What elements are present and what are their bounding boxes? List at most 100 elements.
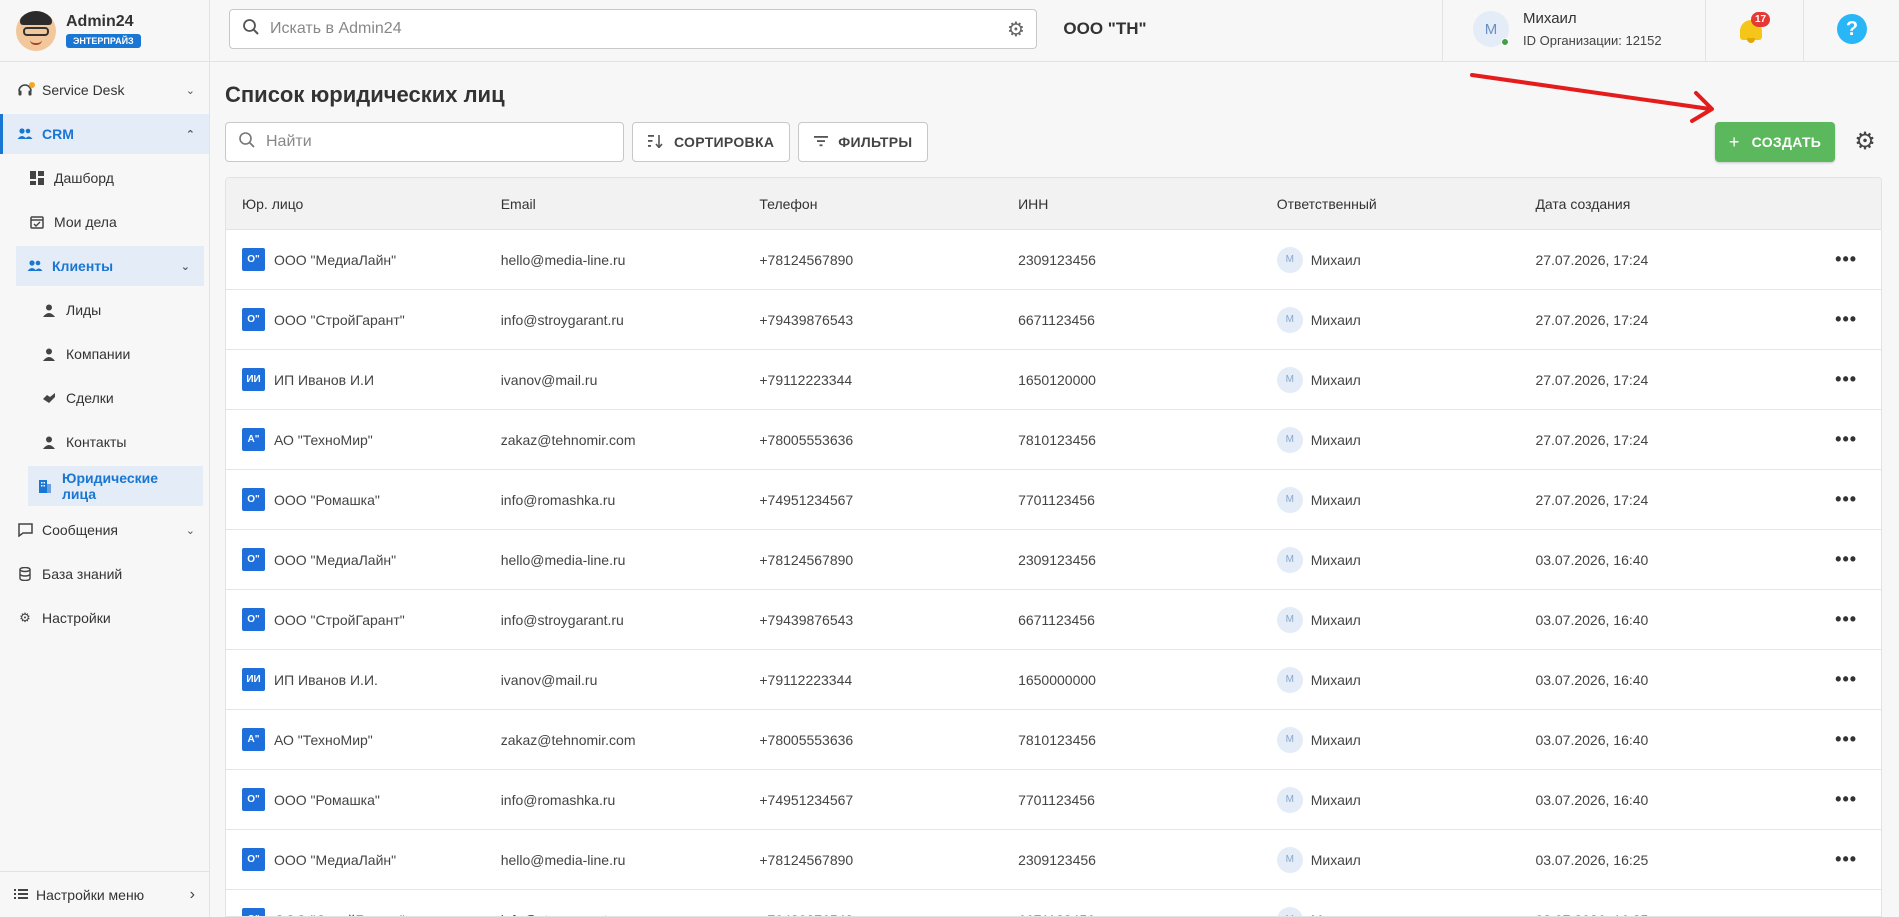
sidebar-item-service-desk[interactable]: Service Desk ⌄ — [0, 70, 209, 110]
entity-type-badge: О" — [242, 548, 265, 571]
entity-type-badge: О" — [242, 608, 265, 631]
sidebar-item-label: CRM — [42, 126, 74, 142]
email-cell: hello@media-line.ru — [500, 251, 626, 268]
sidebar-item-companies[interactable]: Компании — [0, 334, 209, 374]
global-search-input[interactable] — [270, 20, 996, 38]
sidebar-item-label: Настройки — [42, 610, 111, 626]
sidebar-item-settings[interactable]: ⚙ Настройки — [0, 598, 209, 638]
row-actions-more-icon[interactable]: ••• — [1778, 429, 1881, 450]
column-header-entity[interactable]: Юр. лицо — [226, 196, 485, 212]
table-row[interactable]: ИИ ИП Иванов И.И ivanov@mail.ru +7911222… — [226, 350, 1881, 410]
table-row[interactable]: О" ООО "СтройГарант" info@stroygarant.ru… — [226, 890, 1881, 917]
table-row[interactable]: А" АО "ТехноМир" zakaz@tehnomir.com +780… — [226, 710, 1881, 770]
entity-cell: А" АО "ТехноМир" — [226, 728, 485, 751]
entity-name[interactable]: ИП Иванов И.И. — [274, 672, 378, 688]
row-actions-more-icon[interactable]: ••• — [1778, 729, 1881, 750]
entity-name[interactable]: АО "ТехноМир" — [274, 432, 373, 448]
sidebar-item-contacts[interactable]: Контакты — [0, 422, 209, 462]
entity-cell: А" АО "ТехноМир" — [226, 428, 485, 451]
filter-label: ФИЛЬТРЫ — [838, 134, 913, 150]
filter-icon — [814, 134, 829, 150]
inn-cell: 6671123456 — [1018, 611, 1095, 628]
global-search: ⚙ — [229, 9, 1037, 49]
organization-title[interactable]: ООО "ТН" — [980, 0, 1230, 62]
table-row[interactable]: А" АО "ТехноМир" zakaz@tehnomir.com +780… — [226, 410, 1881, 470]
row-actions-more-icon[interactable]: ••• — [1778, 789, 1881, 810]
filter-button[interactable]: ФИЛЬТРЫ — [798, 122, 929, 162]
row-actions-more-icon[interactable]: ••• — [1778, 549, 1881, 570]
table-row[interactable]: О" ООО "МедиаЛайн" hello@media-line.ru +… — [226, 230, 1881, 290]
inn-cell: 7810123456 — [1018, 731, 1096, 748]
brand[interactable]: Admin24 ЭНТЕРПРАЙЗ — [0, 0, 209, 62]
dashboard-icon — [28, 169, 46, 187]
sidebar-item-leads[interactable]: Лиды — [0, 290, 209, 330]
column-header-created[interactable]: Дата создания — [1519, 196, 1778, 212]
sidebar-item-clients[interactable]: Клиенты ⌄ — [16, 246, 204, 286]
menu-settings-button[interactable]: Настройки меню › — [0, 871, 209, 917]
sidebar-item-messages[interactable]: Сообщения ⌄ — [0, 510, 209, 550]
entity-name[interactable]: ООО "Ромашка" — [274, 792, 380, 808]
email-cell: zakaz@tehnomir.com — [500, 731, 636, 748]
sidebar-item-dashboard[interactable]: Дашборд — [0, 158, 209, 198]
table-row[interactable]: О" ООО "Ромашка" info@romashka.ru +74951… — [226, 470, 1881, 530]
sort-button[interactable]: СОРТИРОВКА — [632, 122, 791, 162]
entity-name[interactable]: ООО "СтройГарант" — [274, 612, 405, 628]
list-icon — [14, 887, 28, 903]
column-header-inn[interactable]: ИНН — [1002, 196, 1261, 212]
notifications-bell-icon[interactable]: 17 — [1737, 12, 1771, 44]
sidebar-item-my-tasks[interactable]: Мои дела — [0, 202, 209, 242]
entity-name[interactable]: ООО "МедиаЛайн" — [274, 252, 396, 268]
help-icon[interactable]: ? — [1837, 14, 1867, 44]
responsible-cell: М Михаил — [1261, 426, 1520, 453]
entity-name[interactable]: ООО "МедиаЛайн" — [274, 852, 396, 868]
table-row[interactable]: О" ООО "Ромашка" info@romashka.ru +74951… — [226, 770, 1881, 830]
create-label: СОЗДАТЬ — [1751, 134, 1822, 150]
avatar: М — [1276, 726, 1303, 753]
notification-dot — [29, 82, 35, 88]
column-header-phone[interactable]: Телефон — [743, 196, 1002, 212]
chevron-up-icon: ⌃ — [185, 128, 195, 141]
entity-name[interactable]: ИП Иванов И.И — [274, 372, 374, 388]
entity-name[interactable]: ООО "СтройГарант" — [274, 912, 405, 917]
entity-cell: О" ООО "МедиаЛайн" — [226, 548, 485, 571]
row-actions-more-icon[interactable]: ••• — [1778, 249, 1881, 270]
created-date-cell: 27.07.2026, 17:24 — [1535, 491, 1649, 508]
table-row[interactable]: О" ООО "МедиаЛайн" hello@media-line.ru +… — [226, 530, 1881, 590]
row-actions-more-icon[interactable]: ••• — [1778, 609, 1881, 630]
table-row[interactable]: ИИ ИП Иванов И.И. ivanov@mail.ru +791122… — [226, 650, 1881, 710]
legal-entities-table: Юр. лицо Email Телефон ИНН Ответственный… — [225, 177, 1882, 917]
entity-cell: О" ООО "СтройГарант" — [226, 908, 485, 917]
entity-type-badge: ИИ — [242, 368, 265, 391]
sidebar-item-label: Дашборд — [54, 170, 114, 186]
row-actions-more-icon[interactable]: ••• — [1778, 489, 1881, 510]
create-button[interactable]: + СОЗДАТЬ — [1715, 122, 1835, 162]
entity-name[interactable]: АО "ТехноМир" — [274, 732, 373, 748]
column-header-email[interactable]: Email — [485, 196, 744, 212]
entity-name[interactable]: ООО "Ромашка" — [274, 492, 380, 508]
user-profile[interactable]: М Михаил ID Организации: 12152 — [1473, 10, 1662, 48]
find-input[interactable] — [266, 133, 623, 151]
table-row[interactable]: О" ООО "СтройГарант" info@stroygarant.ru… — [226, 590, 1881, 650]
column-header-responsible[interactable]: Ответственный — [1261, 196, 1520, 212]
sidebar-item-knowledge-base[interactable]: База знаний — [0, 554, 209, 594]
row-actions-more-icon[interactable]: ••• — [1778, 909, 1881, 916]
row-actions-more-icon[interactable]: ••• — [1778, 369, 1881, 390]
row-actions-more-icon[interactable]: ••• — [1778, 669, 1881, 690]
sidebar-item-label: Мои дела — [54, 214, 117, 230]
table-row[interactable]: О" ООО "МедиаЛайн" hello@media-line.ru +… — [226, 830, 1881, 890]
sidebar-item-legal-entities[interactable]: Юридические лица — [28, 466, 203, 506]
entity-cell: О" ООО "Ромашка" — [226, 488, 485, 511]
entity-name[interactable]: ООО "МедиаЛайн" — [274, 552, 396, 568]
sidebar-item-label: Сообщения — [42, 522, 118, 538]
created-date-cell: 27.07.2026, 17:24 — [1535, 251, 1649, 268]
row-actions-more-icon[interactable]: ••• — [1778, 309, 1881, 330]
created-date-cell: 03.07.2026, 16:40 — [1535, 551, 1649, 568]
row-actions-more-icon[interactable]: ••• — [1778, 849, 1881, 870]
sidebar-item-deals[interactable]: Сделки — [0, 378, 209, 418]
table-row[interactable]: О" ООО "СтройГарант" info@stroygarant.ru… — [226, 290, 1881, 350]
responsible-name: Михаил — [1310, 551, 1361, 568]
sidebar-item-label: Контакты — [66, 434, 127, 450]
sidebar-item-crm[interactable]: CRM ⌃ — [0, 114, 209, 154]
table-settings-gear-icon[interactable]: ⚙ — [1851, 128, 1879, 156]
entity-name[interactable]: ООО "СтройГарант" — [274, 312, 405, 328]
